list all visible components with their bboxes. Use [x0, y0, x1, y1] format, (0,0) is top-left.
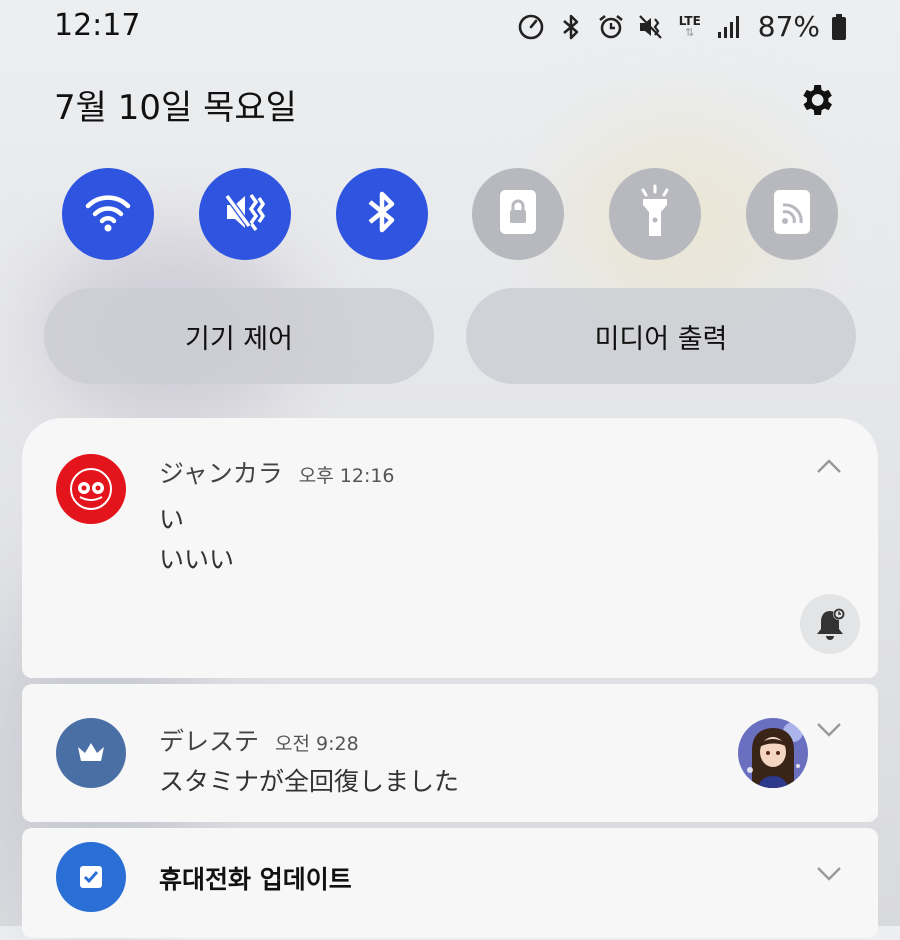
- notification-title: い: [159, 505, 185, 534]
- media-output-button[interactable]: 미디어 출력: [466, 288, 856, 384]
- nfc-toggle[interactable]: [745, 168, 838, 260]
- date-label: 7월 10일 목요일: [54, 88, 297, 128]
- character-avatar-image: [738, 718, 808, 788]
- app-icon: [56, 454, 126, 524]
- vibrate-icon: [636, 12, 666, 42]
- device-control-button[interactable]: 기기 제어: [44, 288, 434, 384]
- rotation-lock-toggle[interactable]: [472, 168, 565, 260]
- nfc-icon: [770, 186, 814, 242]
- status-icons: LTE ⇅ 87%: [516, 10, 848, 43]
- wifi-toggle[interactable]: [62, 168, 154, 260]
- flashlight-toggle[interactable]: [609, 168, 702, 260]
- vibrate-icon: [219, 186, 271, 242]
- gear-icon: [796, 80, 836, 124]
- settings-button[interactable]: [794, 80, 838, 124]
- app-name: デレステ: [159, 727, 260, 756]
- clock: 12:17: [54, 8, 141, 43]
- app-name: ジャンカラ: [159, 459, 283, 488]
- wifi-icon: [82, 186, 134, 242]
- bluetooth-toggle[interactable]: [335, 168, 428, 260]
- app-icon: [56, 718, 126, 788]
- update-check-icon: [80, 866, 102, 888]
- notification-thumbnail: [738, 718, 808, 788]
- notification-body: いいい: [159, 545, 235, 574]
- chevron-up-icon[interactable]: [816, 458, 842, 474]
- battery-icon: [830, 12, 848, 42]
- snooze-button[interactable]: [800, 594, 860, 654]
- lte-icon: LTE ⇅: [678, 13, 701, 39]
- data-saver-icon: [516, 12, 546, 42]
- notification-card[interactable]: 휴대전화 업데이트: [22, 828, 878, 938]
- crown-icon: [78, 743, 104, 761]
- rotation-lock-icon: [496, 186, 540, 242]
- chevron-down-icon[interactable]: [816, 722, 842, 738]
- sound-mode-toggle[interactable]: [198, 168, 291, 260]
- app-icon: [56, 842, 126, 912]
- notification-title: 휴대전화 업데이트: [159, 865, 352, 894]
- notification-time: 오후 12:16: [298, 465, 395, 487]
- notification-header: デレステ 오전 9:28: [159, 722, 359, 758]
- quick-settings: [62, 168, 838, 260]
- notification-card[interactable]: デレステ 오전 9:28 スタミナが全回復しました: [22, 684, 878, 822]
- status-bar: 12:17 LTE ⇅ 87%: [0, 0, 900, 56]
- notification-header: ジャンカラ 오후 12:16: [159, 454, 395, 490]
- battery-percent: 87%: [757, 10, 820, 43]
- bluetooth-icon: [556, 12, 586, 42]
- bell-snooze-icon: [817, 608, 845, 640]
- notification-card[interactable]: ジャンカラ 오후 12:16 い いいい: [22, 418, 878, 678]
- alarm-icon: [596, 12, 626, 42]
- signal-icon: [714, 12, 744, 42]
- flashlight-icon: [633, 184, 677, 244]
- notification-body: スタミナが全回復しました: [159, 767, 460, 796]
- chevron-down-icon[interactable]: [816, 866, 842, 882]
- karaoke-logo-icon: [70, 468, 112, 510]
- notification-time: 오전 9:28: [275, 733, 359, 755]
- bluetooth-icon: [360, 186, 404, 242]
